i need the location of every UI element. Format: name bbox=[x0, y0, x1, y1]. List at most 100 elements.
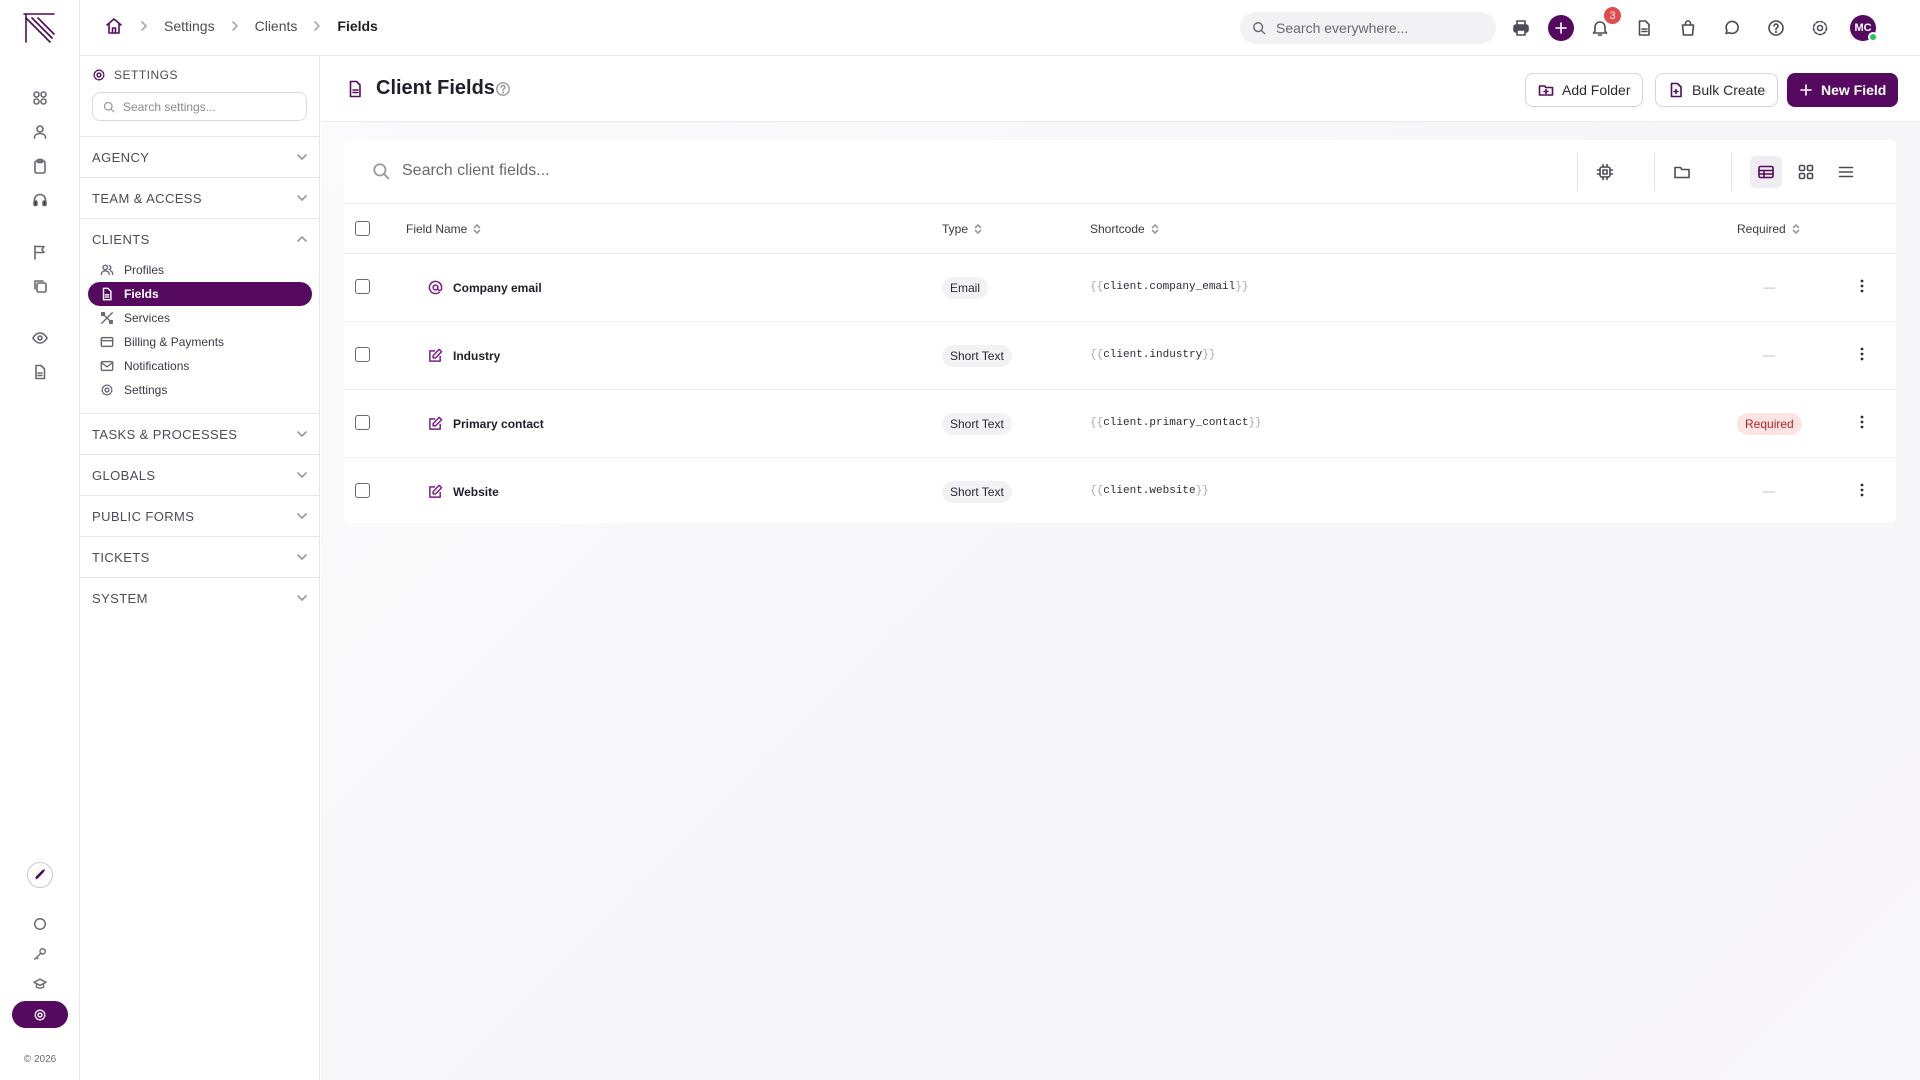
quick-add-button[interactable] bbox=[1548, 15, 1574, 41]
eye-icon[interactable] bbox=[30, 328, 50, 348]
gear-icon[interactable] bbox=[1809, 17, 1831, 39]
row-checkbox[interactable] bbox=[355, 347, 370, 362]
new-field-button[interactable]: New Field bbox=[1787, 73, 1899, 107]
document-icon bbox=[346, 80, 364, 98]
row-checkbox[interactable] bbox=[355, 415, 370, 430]
copyright-text: © 2026 bbox=[23, 1054, 57, 1065]
message-icon[interactable] bbox=[1721, 17, 1743, 39]
settings-search-input[interactable] bbox=[123, 99, 293, 114]
sidebar-item-settings[interactable]: Settings bbox=[88, 378, 312, 402]
section-clients[interactable]: CLIENTS bbox=[80, 218, 320, 259]
home-icon[interactable] bbox=[104, 16, 124, 36]
table-row[interactable]: Industry Short Text {{client.industry}} … bbox=[344, 322, 1896, 390]
main-content: Client Fields Add Folder Bulk Create New… bbox=[321, 56, 1920, 1080]
fields-search[interactable] bbox=[372, 162, 1002, 180]
column-type[interactable]: Type bbox=[942, 222, 982, 236]
shortcode-value: client.primary_contact bbox=[1103, 417, 1249, 429]
help-icon[interactable] bbox=[495, 81, 511, 97]
required-badge: Required bbox=[1737, 413, 1802, 435]
table-row[interactable]: Company email Email {{client.company_ema… bbox=[344, 254, 1896, 322]
section-tickets[interactable]: TICKETS bbox=[80, 536, 320, 577]
avatar[interactable]: MC bbox=[1850, 15, 1878, 42]
row-checkbox[interactable] bbox=[355, 483, 370, 498]
graduation-cap-icon[interactable] bbox=[30, 974, 50, 994]
section-public-forms[interactable]: PUBLIC FORMS bbox=[80, 495, 320, 536]
sidebar-item-services[interactable]: Services bbox=[88, 306, 312, 330]
settings-sidebar-title: SETTINGS bbox=[114, 68, 179, 82]
table-row[interactable]: Primary contact Short Text {{client.prim… bbox=[344, 390, 1896, 458]
shopping-bag-icon[interactable] bbox=[1677, 17, 1699, 39]
shortcode: {{client.primary_contact}} bbox=[1090, 417, 1262, 429]
column-label: Type bbox=[942, 222, 969, 236]
sidebar-item-fields[interactable]: Fields bbox=[88, 282, 312, 306]
field-name-cell: Website bbox=[428, 484, 499, 499]
chip-filter-icon[interactable] bbox=[1593, 160, 1617, 184]
document-icon[interactable] bbox=[30, 362, 50, 382]
clipboard-icon[interactable] bbox=[30, 156, 50, 176]
app-logo-icon[interactable] bbox=[22, 12, 58, 44]
list-view-button[interactable] bbox=[1830, 156, 1862, 188]
breadcrumb-settings[interactable]: Settings bbox=[164, 18, 215, 34]
row-menu-icon[interactable] bbox=[1854, 481, 1870, 499]
section-label: CLIENTS bbox=[92, 231, 150, 247]
document-icon[interactable] bbox=[1633, 17, 1655, 39]
column-shortcode[interactable]: Shortcode bbox=[1090, 222, 1159, 236]
chevron-up-icon bbox=[296, 233, 308, 245]
fields-table-card: Field Name Type Shortcode Required Compa… bbox=[344, 140, 1896, 523]
breadcrumb-clients[interactable]: Clients bbox=[255, 18, 298, 34]
settings-sidebar: SETTINGS AGENCY TEAM & ACCESS CLIENTS Pr… bbox=[80, 56, 320, 1080]
bulk-create-button[interactable]: Bulk Create bbox=[1655, 73, 1779, 107]
notification-count-badge: 3 bbox=[1604, 7, 1621, 24]
section-system[interactable]: SYSTEM bbox=[80, 577, 320, 618]
printer-icon[interactable] bbox=[1510, 17, 1532, 39]
section-tasks-processes[interactable]: TASKS & PROCESSES bbox=[80, 413, 320, 454]
table-header: Field Name Type Shortcode Required bbox=[344, 204, 1896, 254]
row-checkbox[interactable] bbox=[355, 279, 370, 294]
select-all-checkbox[interactable] bbox=[355, 221, 370, 236]
section-globals[interactable]: GLOBALS bbox=[80, 454, 320, 495]
search-icon bbox=[1252, 21, 1266, 35]
headset-icon[interactable] bbox=[30, 190, 50, 210]
sidebar-item-notifications[interactable]: Notifications bbox=[88, 354, 312, 378]
fields-search-input[interactable] bbox=[402, 162, 1002, 180]
settings-rail-button[interactable] bbox=[12, 1001, 68, 1028]
grid-view-button[interactable] bbox=[1790, 156, 1822, 188]
row-menu-icon[interactable] bbox=[1854, 345, 1870, 363]
help-icon[interactable] bbox=[1765, 17, 1787, 39]
rocket-icon[interactable] bbox=[27, 862, 53, 888]
section-label: GLOBALS bbox=[92, 467, 156, 483]
key-icon[interactable] bbox=[30, 944, 50, 964]
row-menu-icon[interactable] bbox=[1854, 413, 1870, 431]
copy-icon[interactable] bbox=[30, 276, 50, 296]
field-name-cell: Industry bbox=[428, 348, 500, 363]
chevron-down-icon bbox=[296, 428, 308, 440]
sidebar-item-billing[interactable]: Billing & Payments bbox=[88, 330, 312, 354]
sidebar-item-profiles[interactable]: Profiles bbox=[88, 258, 312, 282]
document-icon bbox=[100, 287, 114, 301]
section-label: SYSTEM bbox=[92, 590, 148, 606]
column-label: Field Name bbox=[406, 222, 468, 236]
row-menu-icon[interactable] bbox=[1854, 277, 1870, 295]
settings-search[interactable] bbox=[92, 92, 307, 121]
folder-icon[interactable] bbox=[1670, 160, 1694, 184]
chevron-down-icon bbox=[296, 192, 308, 204]
column-field-name[interactable]: Field Name bbox=[406, 222, 481, 236]
global-search-input[interactable] bbox=[1276, 20, 1476, 36]
global-search[interactable] bbox=[1240, 12, 1496, 44]
edit-icon bbox=[428, 484, 443, 499]
chat-icon[interactable] bbox=[30, 914, 50, 934]
column-required[interactable]: Required bbox=[1737, 222, 1800, 236]
table-view-button[interactable] bbox=[1750, 156, 1782, 188]
gear-icon bbox=[100, 383, 114, 397]
type-pill: Short Text bbox=[942, 481, 1012, 503]
flag-icon[interactable] bbox=[30, 242, 50, 262]
chevron-down-icon bbox=[296, 510, 308, 522]
table-row[interactable]: Website Short Text {{client.website}} — bbox=[344, 458, 1896, 526]
section-agency[interactable]: AGENCY bbox=[80, 136, 320, 177]
user-icon[interactable] bbox=[30, 122, 50, 142]
sidebar-item-label: Fields bbox=[124, 287, 159, 301]
dashboard-icon[interactable] bbox=[30, 88, 50, 108]
add-folder-button[interactable]: Add Folder bbox=[1525, 73, 1644, 107]
section-label: AGENCY bbox=[92, 149, 150, 165]
section-team-access[interactable]: TEAM & ACCESS bbox=[80, 177, 320, 218]
